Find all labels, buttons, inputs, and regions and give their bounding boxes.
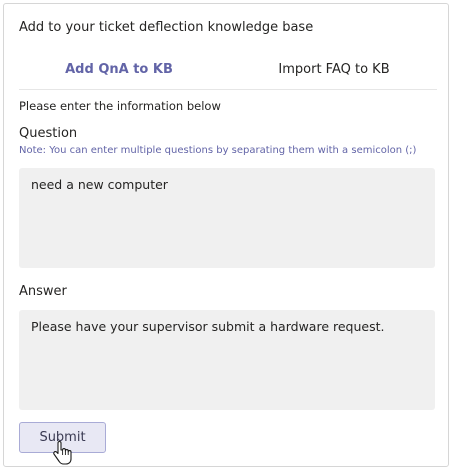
question-note: Note: You can enter multiple questions b… bbox=[19, 145, 417, 156]
form-instructions: Please enter the information below bbox=[19, 99, 221, 113]
card-title: Add to your ticket deflection knowledge … bbox=[19, 20, 314, 35]
question-textarea[interactable]: need a new computer bbox=[19, 168, 435, 268]
tab-divider bbox=[19, 89, 437, 90]
knowledge-base-card: Add to your ticket deflection knowledge … bbox=[3, 3, 449, 467]
hand-pointer-icon bbox=[53, 440, 72, 465]
answer-textarea[interactable]: Please have your supervisor submit a har… bbox=[19, 310, 435, 410]
tab-add-qna[interactable]: Add QnA to KB bbox=[19, 56, 219, 88]
tab-import-faq[interactable]: Import FAQ to KB bbox=[234, 56, 434, 88]
question-label: Question bbox=[19, 126, 78, 141]
answer-label: Answer bbox=[19, 284, 67, 299]
tab-bar: Add QnA to KB Import FAQ to KB bbox=[19, 56, 434, 88]
